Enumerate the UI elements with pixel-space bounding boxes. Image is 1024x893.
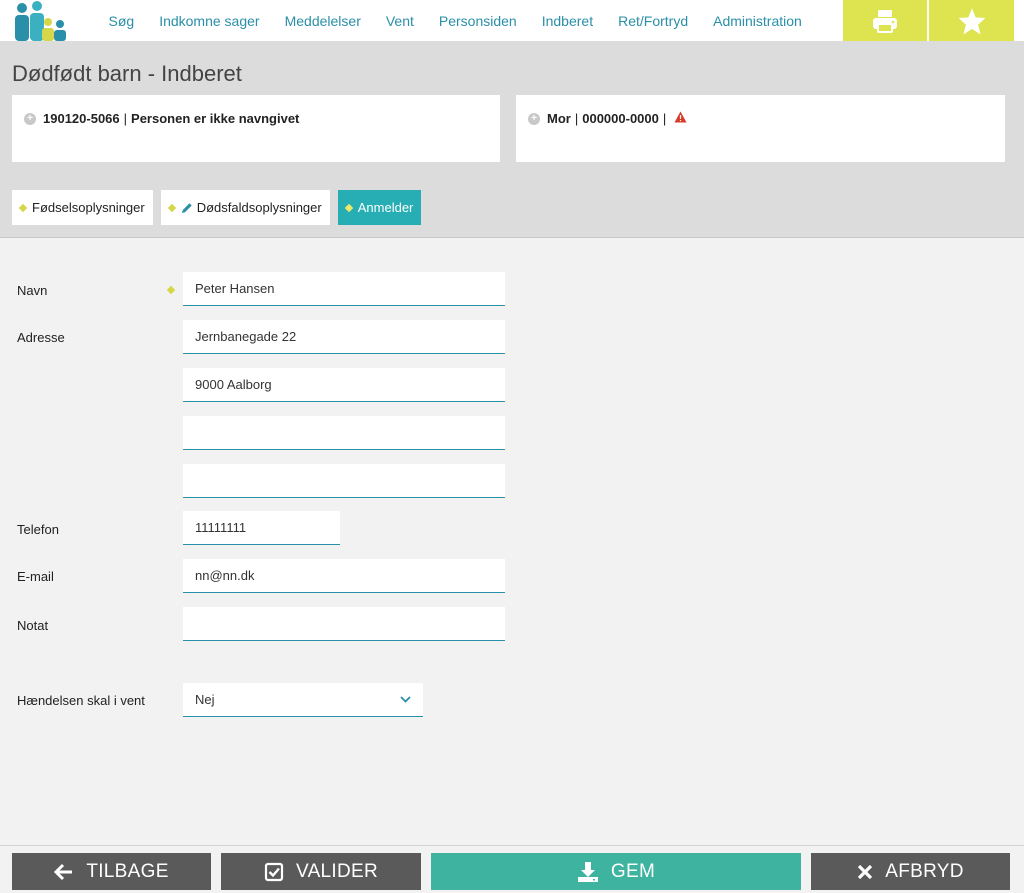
tab-death-info[interactable]: Dødsfaldsoplysninger — [160, 190, 330, 225]
checkbox-icon — [264, 862, 284, 882]
address-label: Adresse — [17, 330, 65, 345]
save-button-label: GEM — [610, 860, 656, 882]
email-label: E-mail — [17, 569, 54, 584]
star-icon — [958, 7, 985, 34]
tab-bar: Fødselsoplysninger Dødsfaldsoplysninger … — [12, 190, 429, 225]
favorite-button[interactable] — [929, 0, 1014, 41]
phone-label: Telefon — [17, 522, 59, 537]
child-cpr: 190120-5066 — [43, 111, 120, 126]
close-icon — [857, 864, 873, 880]
tab-reporter[interactable]: Anmelder — [337, 190, 422, 225]
nav-item-person-page[interactable]: Personsiden — [439, 13, 517, 29]
mother-role: Mor — [547, 111, 571, 126]
email-field[interactable]: nn@nn.dk — [183, 559, 505, 593]
top-navigation: Søg Indkomne sager Meddelelser Vent Pers… — [0, 0, 1024, 41]
pencil-icon — [181, 202, 192, 213]
tab-birth-info[interactable]: Fødselsoplysninger — [12, 190, 153, 225]
wait-select-value: Nej — [195, 692, 215, 707]
validate-button[interactable]: VALIDER — [221, 853, 421, 890]
nav-menu: Søg Indkomne sager Meddelelser Vent Pers… — [96, 0, 814, 41]
save-button[interactable]: GEM — [431, 853, 801, 890]
logo-icon[interactable] — [10, 0, 68, 41]
cancel-button-label: AFBRYD — [885, 860, 964, 882]
child-name-status: Personen er ikke navngivet — [131, 111, 300, 126]
required-diamond-icon — [18, 203, 28, 212]
wait-label: Hændelsen skal i vent — [17, 693, 145, 708]
child-person-card: + 190120-5066 | Personen er ikke navngiv… — [12, 95, 500, 162]
case-header: Dødfødt barn - Indberet + 190120-5066 | … — [0, 41, 1024, 238]
nav-item-report[interactable]: Indberet — [542, 13, 593, 29]
nav-item-search[interactable]: Søg — [109, 13, 135, 29]
arrow-left-icon — [54, 863, 74, 881]
required-diamond-icon — [166, 285, 176, 295]
download-icon — [577, 861, 599, 883]
separator: | — [123, 111, 128, 126]
print-button[interactable] — [843, 0, 927, 41]
expand-circle-icon[interactable]: + — [528, 113, 540, 125]
tab-label: Anmelder — [357, 200, 414, 215]
separator: | — [574, 111, 579, 126]
nav-item-administration[interactable]: Administration — [713, 13, 802, 29]
phone-field[interactable]: 11111111 — [183, 511, 340, 545]
cancel-button[interactable]: AFBRYD — [811, 853, 1010, 890]
back-button-label: TILBAGE — [86, 860, 169, 882]
note-label: Notat — [17, 618, 49, 633]
mother-person-card: + Mor | 000000-0000 | — [516, 95, 1005, 162]
validate-button-label: VALIDER — [296, 860, 378, 882]
name-label: Navn — [17, 283, 48, 298]
separator: | — [662, 111, 667, 126]
mother-cpr: 000000-0000 — [582, 111, 659, 126]
address-line-1-field[interactable]: Jernbanegade 22 — [183, 320, 505, 354]
nav-item-correct-undo[interactable]: Ret/Fortryd — [618, 13, 688, 29]
name-field[interactable]: Peter Hansen — [183, 272, 505, 306]
address-line-2-field[interactable]: 9000 Aalborg — [183, 368, 505, 402]
expand-circle-icon[interactable]: + — [24, 113, 36, 125]
required-diamond-icon — [167, 203, 176, 212]
nav-item-messages[interactable]: Meddelelser — [285, 13, 361, 29]
print-icon — [873, 9, 897, 33]
nav-item-incoming-cases[interactable]: Indkomne sager — [159, 13, 259, 29]
note-field[interactable] — [183, 607, 505, 641]
nav-item-wait[interactable]: Vent — [386, 13, 414, 29]
tab-label: Dødsfaldsoplysninger — [196, 200, 322, 215]
address-line-4-field[interactable] — [183, 464, 505, 498]
required-diamond-icon — [344, 203, 353, 212]
address-line-3-field[interactable] — [183, 416, 505, 450]
page-title: Dødfødt barn - Indberet — [12, 61, 242, 86]
back-button[interactable]: TILBAGE — [12, 853, 211, 890]
tab-label: Fødselsoplysninger — [32, 200, 145, 215]
wait-select[interactable]: Nej — [183, 683, 423, 717]
warning-icon — [674, 111, 687, 123]
chevron-down-icon — [400, 696, 411, 703]
